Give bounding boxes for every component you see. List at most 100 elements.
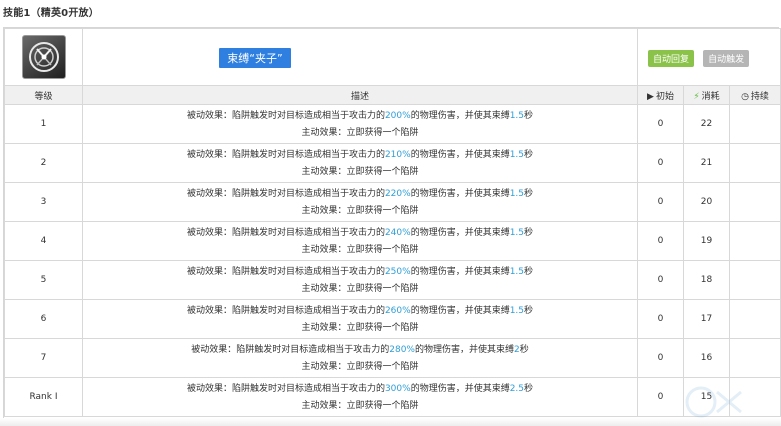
- passive-text: 被动效果：陷阱触发时对目标造成相当于攻击力的: [186, 150, 385, 160]
- passive-text-post: 秒: [524, 228, 534, 238]
- damage-percent: 210%: [384, 150, 411, 160]
- row-active-line: 主动效果：立即获得一个陷阱: [301, 128, 419, 138]
- row-cost: 17: [683, 299, 730, 339]
- row-level: 6: [4, 299, 83, 339]
- table-row: Rank Ⅰ 被动效果：陷阱触发时对目标造成相当于攻击力的300%的物理伤害，并使…: [4, 377, 781, 417]
- row-passive-line: 被动效果：陷阱触发时对目标造成相当于攻击力的200%的物理伤害，并使其束缚1.5…: [83, 108, 637, 125]
- row-active-line: 主动效果：立即获得一个陷阱: [301, 284, 419, 294]
- bind-seconds: 1.5: [509, 228, 525, 238]
- row-duration: [729, 299, 781, 339]
- skill-name-cell: 束缚“夹子”: [82, 28, 638, 86]
- table-row: 2 被动效果：陷阱触发时对目标造成相当于攻击力的210%的物理伤害，并使其束缚1.…: [4, 143, 781, 183]
- bind-seconds: 1.5: [509, 267, 525, 277]
- skill-table: 束缚“夹子” 自动回复 自动触发 等级 描述 ▶ 初始 ⚡ 消耗 ◷ 持续 1 被动效果…: [4, 28, 781, 417]
- bind-seconds: 1.5: [509, 111, 525, 121]
- damage-percent: 220%: [384, 189, 411, 199]
- passive-text-post: 秒: [524, 150, 534, 160]
- bind-seconds: 2.5: [509, 384, 525, 394]
- row-desc: 被动效果：陷阱触发时对目标造成相当于攻击力的260%的物理伤害，并使其束缚1.5…: [82, 299, 638, 339]
- col-initial: ▶ 初始: [637, 85, 684, 105]
- passive-text: 被动效果：陷阱触发时对目标造成相当于攻击力的: [186, 384, 385, 394]
- row-level: 4: [4, 221, 83, 261]
- row-cost: 22: [683, 104, 730, 144]
- row-initial: 0: [637, 104, 684, 144]
- row-cost: 16: [683, 338, 730, 378]
- passive-text-mid: 的物理伤害，并使其束缚: [414, 345, 514, 355]
- row-initial: 0: [637, 260, 684, 300]
- bind-seconds: 1.5: [509, 306, 525, 316]
- bottom-strip: [0, 418, 781, 426]
- col-desc: 描述: [82, 85, 638, 105]
- passive-text-post: 秒: [524, 306, 534, 316]
- passive-text: 被动效果：陷阱触发时对目标造成相当于攻击力的: [186, 111, 385, 121]
- table-row: 3 被动效果：陷阱触发时对目标造成相当于攻击力的220%的物理伤害，并使其束缚1.…: [4, 182, 781, 222]
- row-initial: 0: [637, 299, 684, 339]
- row-duration: [729, 338, 781, 378]
- row-level: 2: [4, 143, 83, 183]
- skill-name: 束缚“夹子”: [219, 47, 291, 68]
- table-row: 6 被动效果：陷阱触发时对目标造成相当于攻击力的260%的物理伤害，并使其束缚1.…: [4, 299, 781, 339]
- damage-percent: 200%: [384, 111, 411, 121]
- passive-text: 被动效果：陷阱触发时对目标造成相当于攻击力的: [186, 228, 385, 238]
- row-cost: 21: [683, 143, 730, 183]
- row-cost: 20: [683, 182, 730, 222]
- passive-text-post: 秒: [524, 111, 534, 121]
- row-initial: 0: [637, 338, 684, 378]
- col-cost: ⚡ 消耗: [683, 85, 730, 105]
- damage-percent: 280%: [389, 345, 415, 355]
- row-level: 1: [4, 104, 83, 144]
- play-icon: ▶: [647, 91, 654, 102]
- row-active-line: 主动效果：立即获得一个陷阱: [301, 206, 419, 216]
- row-desc: 被动效果：陷阱触发时对目标造成相当于攻击力的300%的物理伤害，并使其束缚2.5…: [82, 377, 638, 417]
- passive-text-post: 秒: [519, 345, 529, 355]
- row-passive-line: 被动效果：陷阱触发时对目标造成相当于攻击力的260%的物理伤害，并使其束缚1.5…: [83, 303, 637, 320]
- row-initial: 0: [637, 221, 684, 261]
- row-cost: 18: [683, 260, 730, 300]
- row-active-line: 主动效果：立即获得一个陷阱: [301, 362, 419, 372]
- passive-text: 被动效果：陷阱触发时对目标造成相当于攻击力的: [186, 189, 385, 199]
- table-row: 5 被动效果：陷阱触发时对目标造成相当于攻击力的250%的物理伤害，并使其束缚1.…: [4, 260, 781, 300]
- col-level: 等级: [4, 85, 83, 105]
- row-active-line: 主动效果：立即获得一个陷阱: [301, 245, 419, 255]
- damage-percent: 250%: [384, 267, 411, 277]
- row-passive-line: 被动效果：陷阱触发时对目标造成相当于攻击力的220%的物理伤害，并使其束缚1.5…: [83, 186, 637, 203]
- lightning-icon: ⚡: [693, 91, 700, 102]
- tag-auto-trigger: 自动触发: [703, 49, 750, 67]
- row-active-line: 主动效果：立即获得一个陷阱: [301, 167, 419, 177]
- row-initial: 0: [637, 377, 684, 417]
- skill-tags-cell: 自动回复 自动触发: [637, 28, 781, 86]
- trap-clamp-icon: [21, 35, 66, 79]
- row-initial: 0: [637, 182, 684, 222]
- row-level: 7: [4, 338, 83, 378]
- column-header-row: 等级 描述 ▶ 初始 ⚡ 消耗 ◷ 持续: [4, 85, 781, 105]
- table-row: 4 被动效果：陷阱触发时对目标造成相当于攻击力的240%的物理伤害，并使其束缚1.…: [4, 221, 781, 261]
- passive-text-post: 秒: [524, 267, 534, 277]
- bind-seconds: 1.5: [509, 150, 525, 160]
- row-desc: 被动效果：陷阱触发时对目标造成相当于攻击力的240%的物理伤害，并使其束缚1.5…: [82, 221, 638, 261]
- table-row: 7 被动效果：陷阱触发时对目标造成相当于攻击力的280%的物理伤害，并使其束缚2秒…: [4, 338, 781, 378]
- passive-text-mid: 的物理伤害，并使其束缚: [410, 267, 510, 277]
- skill-rows: 1 被动效果：陷阱触发时对目标造成相当于攻击力的200%的物理伤害，并使其束缚1.…: [4, 104, 781, 417]
- passive-text-mid: 的物理伤害，并使其束缚: [410, 306, 510, 316]
- row-active-line: 主动效果：立即获得一个陷阱: [301, 323, 419, 333]
- row-cost: 19: [683, 221, 730, 261]
- tag-auto-recover: 自动回复: [648, 49, 695, 67]
- col-duration-label: 持续: [750, 91, 769, 102]
- row-duration: [729, 143, 781, 183]
- row-duration: [729, 182, 781, 222]
- damage-percent: 240%: [384, 228, 411, 238]
- passive-text-mid: 的物理伤害，并使其束缚: [410, 111, 510, 121]
- skill-header-row: 束缚“夹子” 自动回复 自动触发: [4, 28, 781, 86]
- passive-text-mid: 的物理伤害，并使其束缚: [410, 189, 510, 199]
- skill-icon-cell: [4, 28, 83, 86]
- row-passive-line: 被动效果：陷阱触发时对目标造成相当于攻击力的280%的物理伤害，并使其束缚2秒: [83, 342, 637, 359]
- bind-seconds: 1.5: [509, 189, 525, 199]
- row-desc: 被动效果：陷阱触发时对目标造成相当于攻击力的210%的物理伤害，并使其束缚1.5…: [82, 143, 638, 183]
- row-level: Rank Ⅰ: [4, 377, 83, 417]
- row-duration: [729, 104, 781, 144]
- col-cost-label: 消耗: [701, 91, 720, 102]
- skill-panel: 束缚“夹子” 自动回复 自动触发 等级 描述 ▶ 初始 ⚡ 消耗 ◷ 持续 1 被动效果…: [3, 27, 781, 426]
- row-duration: [729, 260, 781, 300]
- row-initial: 0: [637, 143, 684, 183]
- row-level: 5: [4, 260, 83, 300]
